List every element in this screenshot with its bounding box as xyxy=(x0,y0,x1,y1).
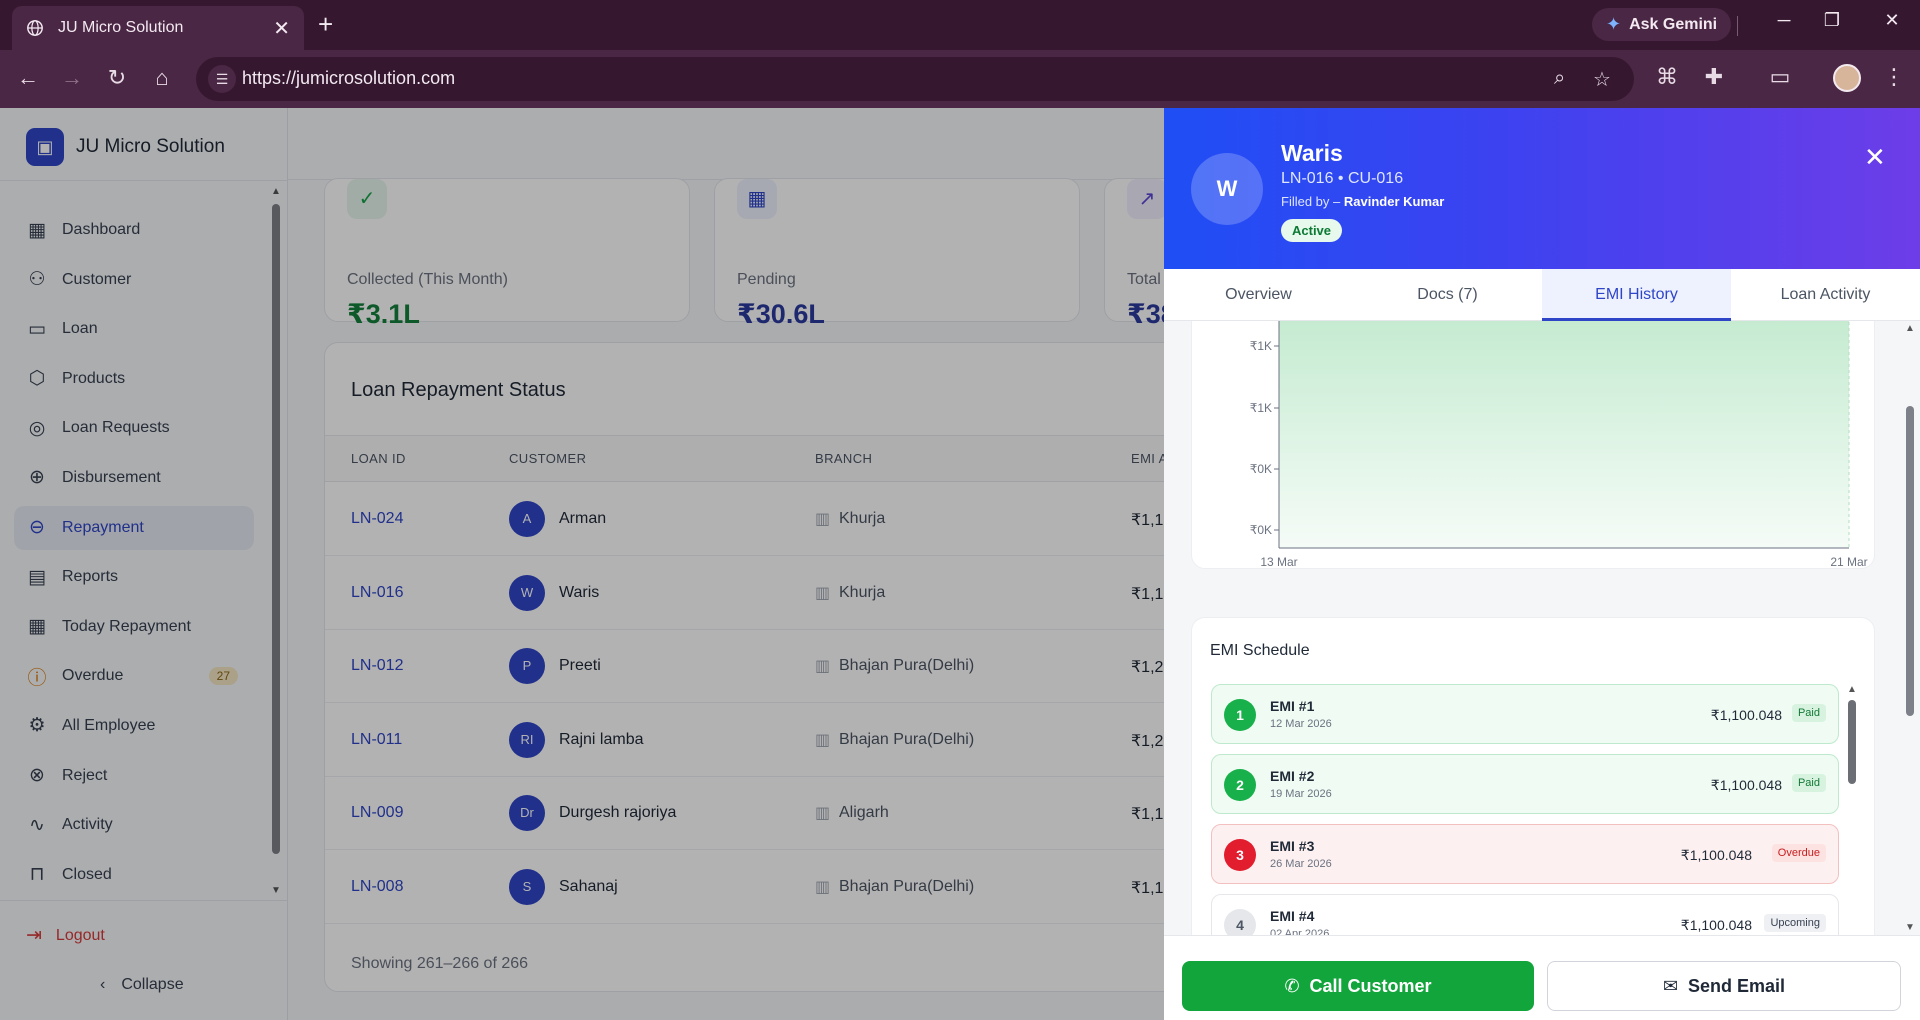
x-tick-label: 21 Mar xyxy=(1830,555,1867,569)
window-close-icon[interactable]: ✕ xyxy=(1872,10,1912,31)
drawer-footer: ✆ Call Customer ✉ Send Email xyxy=(1164,935,1920,1020)
scroll-down-icon[interactable]: ▼ xyxy=(1905,922,1915,933)
tab-overview[interactable]: Overview xyxy=(1164,269,1353,321)
emi-row[interactable]: 2 EMI #2 19 Mar 2026 ₹1,100.048 Paid xyxy=(1211,754,1839,814)
emi-number: 3 xyxy=(1224,839,1256,871)
y-tick-label: ₹0K xyxy=(1250,523,1272,537)
filled-by-prefix: Filled by – xyxy=(1281,194,1344,209)
home-icon[interactable]: ⌂ xyxy=(147,65,177,91)
emi-date: 12 Mar 2026 xyxy=(1270,718,1332,730)
scroll-up-icon[interactable]: ▲ xyxy=(1905,323,1915,334)
y-tick-label: ₹1K xyxy=(1250,339,1272,353)
divider xyxy=(1737,16,1738,36)
close-icon[interactable]: ✕ xyxy=(1864,142,1886,173)
y-tick-label: ₹1K xyxy=(1250,401,1272,415)
cast-icon[interactable]: ▭ xyxy=(1765,64,1795,90)
minimize-icon[interactable]: ─ xyxy=(1764,10,1804,31)
drawer-scrollbar[interactable]: ▲ ▼ xyxy=(1903,321,1917,935)
emi-schedule-card: EMI Schedule 1 EMI #1 12 Mar 2026 ₹1,100.04… xyxy=(1191,617,1875,935)
modal-backdrop[interactable] xyxy=(0,108,1164,1020)
status-badge: Paid xyxy=(1791,774,1826,792)
filled-by-name: Ravinder Kumar xyxy=(1343,194,1445,209)
tab-loan-activity[interactable]: Loan Activity xyxy=(1731,269,1920,321)
avatar: W xyxy=(1191,153,1263,225)
emi-title: EMI #1 xyxy=(1270,698,1315,714)
emi-list-scrollbar[interactable]: ▲ xyxy=(1847,684,1857,935)
extensions-icon[interactable]: ✚ xyxy=(1699,64,1729,90)
emi-number: 2 xyxy=(1224,769,1256,801)
forward-icon[interactable]: → xyxy=(57,65,87,91)
emi-title: EMI #2 xyxy=(1270,768,1315,784)
emi-amount: ₹1,100.048 xyxy=(1710,707,1782,723)
translate-icon[interactable]: ⌘ xyxy=(1652,64,1682,90)
profile-avatar[interactable] xyxy=(1833,64,1861,92)
emi-date: 19 Mar 2026 xyxy=(1270,788,1332,800)
site-info-icon[interactable]: ☰ xyxy=(208,65,236,93)
ask-gemini-label: Ask Gemini xyxy=(1629,15,1718,33)
browser-tab-strip: JU Micro Solution ✕ + ✦ Ask Gemini ─ ❐ ✕ xyxy=(0,0,1920,50)
emi-number: 4 xyxy=(1224,909,1256,935)
browser-toolbar: ← → ↻ ⌂ ☰ https://jumicrosolution.com ⌕ … xyxy=(0,50,1920,108)
zoom-icon[interactable]: ⌕ xyxy=(1554,67,1565,90)
call-customer-label: Call Customer xyxy=(1309,975,1432,996)
schedule-title: EMI Schedule xyxy=(1210,642,1310,659)
reload-icon[interactable]: ↻ xyxy=(102,65,132,91)
tab-emi-history[interactable]: EMI History xyxy=(1542,269,1731,321)
emi-amount: ₹1,100.048 xyxy=(1680,917,1752,933)
scroll-up-icon[interactable]: ▲ xyxy=(1847,684,1857,695)
emi-area-chart: ₹1K ₹1K ₹0K ₹0K 13 Mar 21 Mar xyxy=(1250,321,1868,569)
emi-amount: ₹1,100.048 xyxy=(1680,847,1752,863)
phone-icon: ✆ xyxy=(1284,975,1300,996)
send-email-label: Send Email xyxy=(1688,975,1786,996)
x-tick-label: 13 Mar xyxy=(1260,555,1297,569)
browser-tab[interactable]: JU Micro Solution ✕ xyxy=(12,6,304,50)
address-bar[interactable]: ☰ https://jumicrosolution.com ⌕ ☆ xyxy=(196,57,1634,101)
loan-customer-ids: LN-016 • CU-016 xyxy=(1281,170,1404,187)
status-badge: Upcoming xyxy=(1764,914,1826,932)
emi-row[interactable]: 3 EMI #3 26 Mar 2026 ₹1,100.048 Overdue xyxy=(1211,824,1839,884)
drawer-body: ₹1K ₹1K ₹0K ₹0K 13 Mar 21 Mar EMI Schedule 1E… xyxy=(1164,321,1920,935)
back-icon[interactable]: ← xyxy=(13,65,43,91)
ask-gemini-button[interactable]: ✦ Ask Gemini xyxy=(1592,8,1732,41)
emi-title: EMI #4 xyxy=(1270,908,1315,924)
emi-chart-card: ₹1K ₹1K ₹0K ₹0K 13 Mar 21 Mar xyxy=(1191,321,1875,569)
drawer-header: W Waris LN-016 • CU-016 Filled by – Ravi… xyxy=(1164,108,1920,269)
bookmark-star-icon[interactable]: ☆ xyxy=(1593,67,1611,92)
customer-name: Waris xyxy=(1281,140,1343,166)
emi-number: 1 xyxy=(1224,699,1256,731)
status-badge: Overdue xyxy=(1771,844,1826,862)
scrollbar-thumb[interactable] xyxy=(1906,406,1914,716)
drawer-tabs: Overview Docs (7) EMI History Loan Activ… xyxy=(1164,269,1920,321)
new-tab-button[interactable]: + xyxy=(318,10,333,38)
close-tab-icon[interactable]: ✕ xyxy=(273,16,290,41)
y-tick-label: ₹0K xyxy=(1250,462,1272,476)
globe-icon xyxy=(27,20,43,36)
restore-icon[interactable]: ❐ xyxy=(1812,10,1852,31)
scrollbar-thumb[interactable] xyxy=(1848,700,1856,784)
gemini-sparkle-icon: ✦ xyxy=(1606,14,1622,34)
emi-row[interactable]: 4 EMI #4 02 Apr 2026 ₹1,100.048 Upcoming xyxy=(1211,894,1839,935)
call-customer-button[interactable]: ✆ Call Customer xyxy=(1182,961,1534,1011)
status-badge: Active xyxy=(1281,219,1343,242)
emi-date: 26 Mar 2026 xyxy=(1270,858,1332,870)
tab-docs[interactable]: Docs (7) xyxy=(1353,269,1542,321)
url-text[interactable]: https://jumicrosolution.com xyxy=(242,68,455,89)
emi-date: 02 Apr 2026 xyxy=(1270,928,1330,935)
filled-by: Filled by – Ravinder Kumar xyxy=(1281,194,1444,209)
emi-row[interactable]: 1 EMI #1 12 Mar 2026 ₹1,100.048 Paid xyxy=(1211,684,1839,744)
area-fill xyxy=(1279,321,1849,548)
menu-kebab-icon[interactable]: ⋮ xyxy=(1879,64,1909,90)
tab-title: JU Micro Solution xyxy=(58,19,184,36)
emi-amount: ₹1,100.048 xyxy=(1710,777,1782,793)
status-badge: Paid xyxy=(1791,704,1826,722)
customer-detail-drawer: W Waris LN-016 • CU-016 Filled by – Ravi… xyxy=(1164,108,1920,1020)
send-email-button[interactable]: ✉ Send Email xyxy=(1547,961,1901,1011)
mail-icon: ✉ xyxy=(1662,975,1679,996)
emi-title: EMI #3 xyxy=(1270,838,1315,854)
